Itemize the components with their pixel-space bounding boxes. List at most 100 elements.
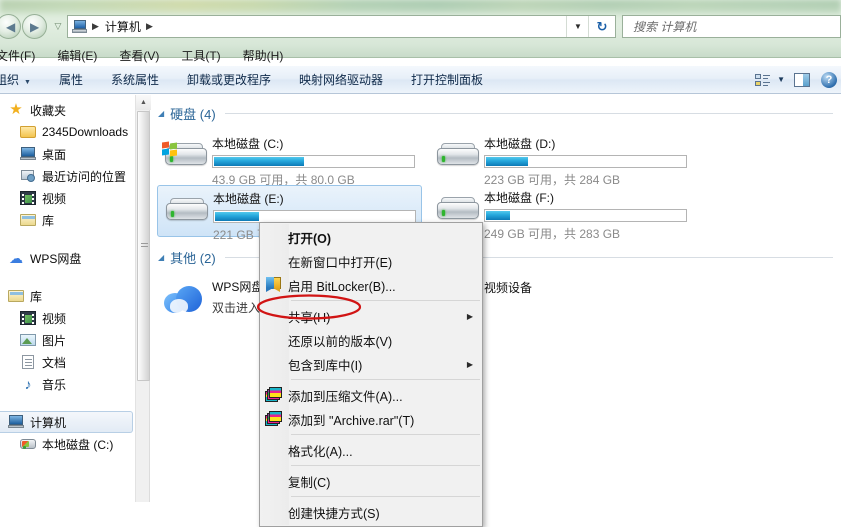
sidebar-group-computer-label: 计算机 — [30, 415, 67, 430]
sidebar-item-documents-label: 文档 — [42, 355, 67, 370]
sidebar-item-local-disk-c[interactable]: 本地磁盘 (C:) — [0, 433, 135, 455]
sidebar-group-computer[interactable]: 计算机 — [0, 411, 133, 433]
context-menu-item-share[interactable]: 共享(H) ▶ — [260, 304, 482, 328]
capacity-bar-f — [484, 209, 687, 222]
context-menu-item-include-in-library[interactable]: 包含到库中(I) ▶ — [260, 352, 482, 376]
preview-pane-icon[interactable] — [794, 72, 810, 87]
toolbar-open-control-panel-button[interactable]: 打开控制面板 — [397, 68, 497, 91]
toolbar-organize-button[interactable]: 组织 ▼ — [0, 68, 45, 91]
sidebar-item-videos-fav-label: 视频 — [42, 191, 67, 206]
toolbar-map-network-drive-button[interactable]: 映射网络驱动器 — [285, 68, 397, 91]
sidebar-item-videos-label: 视频 — [42, 311, 67, 326]
scrollbar-grip-icon — [141, 243, 148, 249]
item-video-device-name[interactable]: 视频设备 — [484, 279, 532, 296]
breadcrumb-separator-icon[interactable]: ▶ — [92, 21, 99, 32]
context-menu-separator — [291, 434, 480, 435]
sidebar-item-music[interactable]: ♪ 音乐 — [0, 373, 135, 395]
sidebar-group-wps-cloud[interactable]: ☁ WPS网盘 — [0, 247, 135, 269]
sidebar-item-2345downloads[interactable]: 2345Downloads — [0, 121, 135, 143]
windows-flag-icon — [162, 141, 178, 157]
forward-arrow-icon: ▶ — [30, 20, 40, 34]
sidebar-item-pictures[interactable]: 图片 — [0, 329, 135, 351]
context-menu-item-add-to-archive-rar[interactable]: 添加到 "Archive.rar"(T) — [260, 407, 482, 431]
document-icon — [20, 354, 36, 370]
context-menu-item-copy[interactable]: 复制(C) — [260, 469, 482, 493]
context-menu-separator — [291, 465, 480, 466]
help-icon[interactable]: ? — [821, 71, 837, 88]
context-menu-item-create-shortcut[interactable]: 创建快捷方式(S) — [260, 500, 482, 524]
refresh-icon[interactable]: ↻ — [588, 16, 615, 37]
view-chevron-down-icon[interactable]: ▼ — [777, 75, 785, 84]
sidebar-item-videos[interactable]: 视频 — [0, 307, 135, 329]
context-menu-item-create-shortcut-label: 创建快捷方式(S) — [288, 506, 380, 521]
view-options-icon[interactable] — [755, 73, 771, 87]
toolbar-organize-label: 组织 — [0, 73, 20, 87]
address-bar[interactable]: ▶ 计算机 ▶ ▼ ↻ — [67, 15, 616, 38]
drive-item-c[interactable]: 本地磁盘 (C:) 43.9 GB 可用，共 80.0 GB — [157, 131, 422, 187]
sidebar-group-libraries[interactable]: 库 — [0, 285, 135, 307]
sidebar-item-libraries-fav-label: 库 — [42, 213, 55, 228]
group-header-others-label: 其他 (2) — [170, 251, 216, 266]
recent-locations-dropdown[interactable]: ▽ — [52, 19, 64, 33]
toolbar-properties-button[interactable]: 属性 — [45, 68, 97, 91]
sidebar-item-recent-places[interactable]: 最近访问的位置 — [0, 165, 135, 187]
sidebar-item-libraries-fav[interactable]: 库 — [0, 209, 135, 231]
sidebar-item-videos-fav[interactable]: 视频 — [0, 187, 135, 209]
navigation-pane: ★ 收藏夹 2345Downloads 桌面 最近访问的位置 视频 库 ☁ WP… — [0, 95, 135, 502]
toolbar-system-properties-button[interactable]: 系统属性 — [97, 68, 173, 91]
context-menu-item-share-label: 共享(H) — [288, 310, 331, 325]
back-arrow-icon: ◀ — [6, 20, 16, 34]
group-header-harddisks[interactable]: ◢ 硬盘 (4) — [151, 104, 841, 123]
drive-name-d: 本地磁盘 (D:) — [484, 137, 556, 151]
context-menu-item-open[interactable]: 打开(O) — [260, 225, 482, 249]
film-icon — [20, 310, 36, 326]
drive-item-d[interactable]: 本地磁盘 (D:) 223 GB 可用，共 284 GB — [429, 131, 694, 187]
context-menu-item-bitlocker[interactable]: 启用 BitLocker(B)... — [260, 273, 482, 297]
collapse-triangle-icon[interactable]: ◢ — [158, 109, 164, 118]
search-placeholder: 搜索 计算机 — [633, 20, 697, 34]
menu-edit[interactable]: 编辑(E) — [46, 45, 108, 66]
search-input[interactable]: 搜索 计算机 — [622, 15, 841, 38]
toolbar-uninstall-button[interactable]: 卸载或更改程序 — [173, 68, 285, 91]
menu-tools[interactable]: 工具(T) — [170, 45, 231, 66]
toolbar-right-group: ▼ ? — [755, 71, 841, 88]
sidebar-item-pictures-label: 图片 — [42, 333, 67, 348]
breadcrumb-computer[interactable]: 计算机 — [105, 18, 141, 35]
picture-icon — [20, 332, 36, 348]
computer-icon — [8, 414, 24, 430]
file-list-pane: ◢ 硬盘 (4) 本地磁盘 (C:) 43.9 GB 可用，共 80.0 GB — [151, 95, 841, 502]
collapse-triangle-icon[interactable]: ◢ — [158, 253, 164, 262]
context-menu-item-format-label: 格式化(A)... — [288, 444, 353, 459]
winrar-icon — [260, 383, 288, 407]
sidebar-group-favorites-label: 收藏夹 — [30, 103, 67, 118]
context-menu-item-add-to-archive[interactable]: 添加到压缩文件(A)... — [260, 383, 482, 407]
menu-file[interactable]: 文件(F) — [0, 45, 46, 66]
sidebar-group-libraries-label: 库 — [30, 289, 43, 304]
breadcrumb-separator-icon-2[interactable]: ▶ — [146, 21, 153, 32]
menu-bar: 文件(F) 编辑(E) 查看(V) 工具(T) 帮助(H) — [0, 44, 841, 66]
group-header-others[interactable]: ◢ 其他 (2) — [151, 248, 841, 267]
submenu-arrow-icon: ▶ — [466, 311, 473, 321]
recent-places-icon — [20, 168, 36, 184]
context-menu-item-restore-previous-versions[interactable]: 还原以前的版本(V) — [260, 328, 482, 352]
menu-help[interactable]: 帮助(H) — [232, 45, 295, 66]
scroll-up-arrow-icon[interactable]: ▲ — [136, 95, 151, 110]
sidebar-item-desktop[interactable]: 桌面 — [0, 143, 135, 165]
scrollbar-thumb[interactable] — [137, 111, 150, 381]
menu-view[interactable]: 查看(V) — [108, 45, 170, 66]
forward-button[interactable]: ▶ — [22, 14, 47, 39]
item-wps-cloud[interactable]: WPS网盘 双击进入 — [157, 273, 266, 323]
navigation-pane-scrollbar[interactable]: ▲ — [135, 95, 151, 502]
address-dropdown-icon[interactable]: ▼ — [566, 16, 589, 37]
no-icon — [260, 500, 288, 524]
sidebar-group-favorites[interactable]: ★ 收藏夹 — [0, 99, 135, 121]
sidebar-group-wps-cloud-label: WPS网盘 — [30, 251, 82, 266]
no-icon — [260, 328, 288, 352]
library-icon — [8, 288, 24, 304]
context-menu-item-format[interactable]: 格式化(A)... — [260, 438, 482, 462]
context-menu-item-open-label: 打开(O) — [288, 231, 332, 246]
monitor-icon — [20, 146, 36, 162]
context-menu-item-open-new-window[interactable]: 在新窗口中打开(E) — [260, 249, 482, 273]
context-menu: 打开(O) 在新窗口中打开(E) 启用 BitLocker(B)... 共享(H… — [259, 222, 483, 527]
sidebar-item-documents[interactable]: 文档 — [0, 351, 135, 373]
